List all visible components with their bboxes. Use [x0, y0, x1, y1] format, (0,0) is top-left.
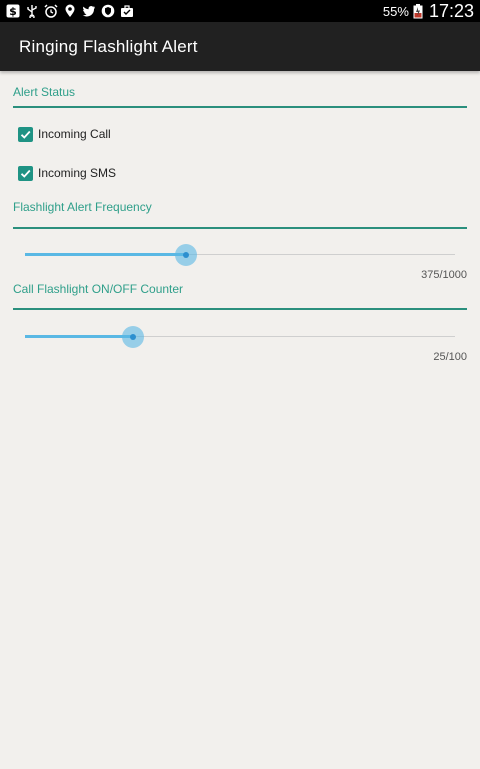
incoming-sms-checkbox[interactable]: [18, 165, 33, 181]
counter-slider[interactable]: [25, 323, 455, 351]
twitter-icon: [82, 4, 96, 18]
briefcase-icon: [120, 4, 134, 18]
shield-icon: [101, 4, 115, 18]
action-bar: Ringing Flashlight Alert: [0, 22, 480, 71]
check-icon: [20, 169, 31, 178]
incoming-call-label: Incoming Call: [38, 127, 111, 141]
incoming-sms-option[interactable]: Incoming SMS: [18, 164, 116, 182]
battery-percent: 55%: [382, 3, 409, 19]
svg-text:$: $: [9, 5, 17, 18]
section-divider: [13, 106, 467, 108]
clock: 17:23: [428, 0, 474, 21]
slider-thumb[interactable]: [129, 334, 136, 340]
frequency-value: 375/1000: [421, 269, 467, 281]
incoming-call-checkbox[interactable]: [18, 126, 33, 142]
counter-header: Call Flashlight ON/OFF Counter: [13, 282, 184, 296]
usb-icon: [25, 4, 39, 18]
section-divider: [13, 308, 467, 310]
incoming-call-option[interactable]: Incoming Call: [18, 125, 111, 143]
section-divider: [13, 227, 467, 229]
app-title: Ringing Flashlight Alert: [19, 37, 198, 56]
counter-value: 25/100: [433, 351, 467, 363]
status-bar: $ 55% 17:23: [0, 0, 480, 22]
incoming-sms-label: Incoming SMS: [38, 166, 117, 180]
system-status: 55% 17:23: [383, 0, 474, 22]
frequency-slider[interactable]: [25, 241, 455, 269]
slider-fill: [25, 335, 133, 338]
frequency-header: Flashlight Alert Frequency: [13, 200, 152, 214]
dollar-icon: $: [6, 4, 20, 18]
location-icon: [63, 4, 77, 18]
check-icon: [20, 130, 31, 139]
notification-icons: $: [6, 2, 134, 20]
alert-status-header: Alert Status: [13, 85, 76, 99]
alarm-icon: [44, 4, 58, 18]
battery-icon: [413, 3, 423, 19]
slider-fill: [25, 253, 187, 256]
